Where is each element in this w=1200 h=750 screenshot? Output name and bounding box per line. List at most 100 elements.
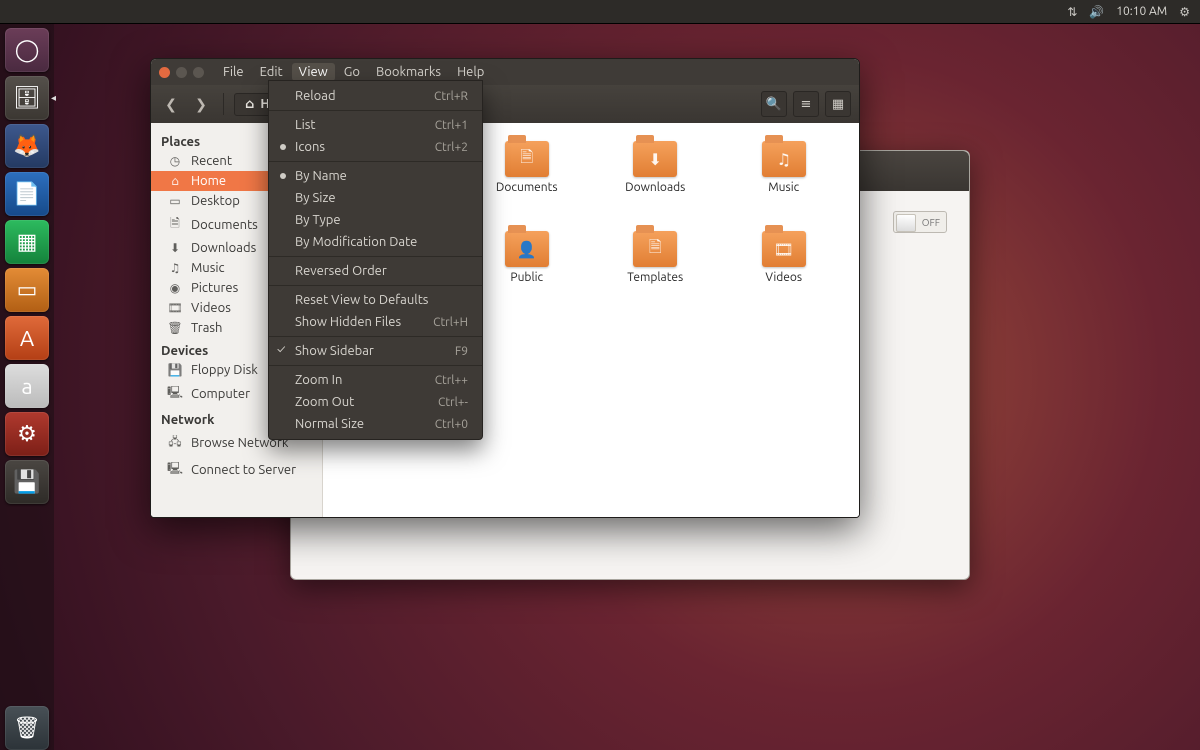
sidebar-item-label: Music xyxy=(191,261,225,275)
sidebar-item-icon: ◉ xyxy=(167,281,183,295)
menu-bookmarks[interactable]: Bookmarks xyxy=(369,63,448,81)
menu-go[interactable]: Go xyxy=(337,63,367,81)
view-menu-list[interactable]: List Ctrl+1 xyxy=(269,114,482,136)
launcher-dash[interactable]: ◯ xyxy=(5,28,49,72)
file-label: Templates xyxy=(627,271,683,284)
sidebar-item-label: Computer xyxy=(191,387,250,401)
view-menu-reload[interactable]: Reload Ctrl+R xyxy=(269,85,482,107)
menu-item-label: Icons xyxy=(295,140,325,154)
launcher-settings[interactable]: ⚙ xyxy=(5,412,49,456)
sidebar-item-icon: ♫ xyxy=(167,261,183,275)
file-label: Downloads xyxy=(625,181,685,194)
menu-item-label: Normal Size xyxy=(295,417,364,431)
sidebar-item-icon: 🖳 xyxy=(167,383,183,404)
menu-item-label: By Modification Date xyxy=(295,235,417,249)
off-toggle[interactable]: OFF xyxy=(893,211,947,233)
view-menu-icons[interactable]: Icons Ctrl+2 xyxy=(269,136,482,158)
window-controls xyxy=(159,67,204,78)
menu-item-label: Reload xyxy=(295,89,336,103)
launcher-impress[interactable]: ▭ xyxy=(5,268,49,312)
sidebar-item-label: Recent xyxy=(191,154,232,168)
view-menu-dropdown: Reload Ctrl+R List Ctrl+1 Icons Ctrl+2 By Name… xyxy=(268,80,483,440)
menu-item-accel: Ctrl+0 xyxy=(435,418,468,431)
menu-item-label: Show Sidebar xyxy=(295,344,374,358)
menu-view[interactable]: View xyxy=(292,63,335,81)
view-menu-reset-view-to-defaults[interactable]: Reset View to Defaults xyxy=(269,289,482,311)
view-menu-reversed-order[interactable]: Reversed Order xyxy=(269,260,482,282)
view-menu-show-sidebar[interactable]: Show Sidebar F9 xyxy=(269,340,482,362)
menu-item-label: Zoom Out xyxy=(295,395,354,409)
menu-item-accel: F9 xyxy=(455,345,468,358)
sidebar-item-label: Desktop xyxy=(191,194,240,208)
file-label: Music xyxy=(768,181,799,194)
window-menubar: File Edit View Go Bookmarks Help xyxy=(151,59,859,85)
menu-item-label: Reversed Order xyxy=(295,264,387,278)
window-close-button[interactable] xyxy=(159,67,170,78)
sidebar-item-label: Pictures xyxy=(191,281,238,295)
sidebar-item-label: Documents xyxy=(191,218,258,232)
nav-forward-button[interactable]: ❯ xyxy=(189,92,213,116)
menu-edit[interactable]: Edit xyxy=(253,63,290,81)
menu-item-label: Show Hidden Files xyxy=(295,315,401,329)
launcher-writer[interactable]: 📄 xyxy=(5,172,49,216)
sidebar-item-label: Downloads xyxy=(191,241,256,255)
menu-item-label: List xyxy=(295,118,316,132)
launcher-disk[interactable]: 💾 xyxy=(5,460,49,504)
view-menu-by-modification-date[interactable]: By Modification Date xyxy=(269,231,482,253)
sidebar-item-label: Videos xyxy=(191,301,231,315)
launcher-calc[interactable]: ▦ xyxy=(5,220,49,264)
file-videos[interactable]: 🎞Videos xyxy=(721,231,848,315)
launcher-software-center[interactable]: A xyxy=(5,316,49,360)
launcher-trash[interactable]: 🗑 xyxy=(5,706,49,750)
sidebar-item-icon: ▭ xyxy=(167,194,183,208)
sidebar-item-label: Connect to Server xyxy=(191,463,296,477)
file-label: Documents xyxy=(496,181,558,194)
unity-launcher: ◯ 🗄 🦊 📄 ▦ ▭ A a ⚙ 💾 🗑 xyxy=(0,24,54,750)
file-label: Public xyxy=(510,271,543,284)
clock[interactable]: 10:10 AM xyxy=(1116,5,1167,18)
sidebar-item-icon: 🖳 xyxy=(167,459,183,480)
file-music[interactable]: ♫ Music xyxy=(721,141,848,225)
launcher-files[interactable]: 🗄 xyxy=(5,76,49,120)
sidebar-item-label: Floppy Disk xyxy=(191,363,258,377)
folder-icon: 🗎 xyxy=(633,231,677,267)
file-downloads[interactable]: ⬇Downloads xyxy=(592,141,719,225)
view-menu-by-name[interactable]: By Name xyxy=(269,165,482,187)
launcher-firefox[interactable]: 🦊 xyxy=(5,124,49,168)
nav-back-button[interactable]: ❮ xyxy=(159,92,183,116)
menu-item-accel: Ctrl+- xyxy=(438,396,468,409)
window-minimize-button[interactable] xyxy=(176,67,187,78)
menu-help[interactable]: Help xyxy=(450,63,491,81)
sidebar-item-icon: 🗎 xyxy=(167,214,183,235)
view-menu-show-hidden-files[interactable]: Show Hidden FilesCtrl+H xyxy=(269,311,482,333)
menu-file[interactable]: File xyxy=(216,63,251,81)
view-list-button[interactable]: ≡ xyxy=(793,91,819,117)
view-menu-zoom-in[interactable]: Zoom InCtrl++ xyxy=(269,369,482,391)
sidebar-item-icon: 💾 xyxy=(167,363,183,377)
menu-item-label: By Size xyxy=(295,191,336,205)
launcher-amazon[interactable]: a xyxy=(5,364,49,408)
top-menubar: ⇅ 🔊 10:10 AM ⚙ xyxy=(0,0,1200,24)
menu-item-accel: Ctrl+2 xyxy=(435,141,468,154)
home-icon: ⌂ xyxy=(245,97,254,112)
folder-icon: ♫ xyxy=(762,141,806,177)
menu-item-accel: Ctrl+1 xyxy=(435,119,468,132)
view-grid-button[interactable]: ▦ xyxy=(825,91,851,117)
session-gear-icon[interactable]: ⚙ xyxy=(1179,5,1190,19)
network-indicator-icon[interactable]: ⇅ xyxy=(1067,5,1077,19)
volume-indicator-icon[interactable]: 🔊 xyxy=(1089,5,1104,19)
window-maximize-button[interactable] xyxy=(193,67,204,78)
view-menu-zoom-out[interactable]: Zoom Out Ctrl+- xyxy=(269,391,482,413)
sidebar-item-icon: 🗑 xyxy=(167,321,183,335)
file-templates[interactable]: 🗎 Templates xyxy=(592,231,719,315)
menu-item-accel: Ctrl+R xyxy=(434,90,468,103)
files-window: File Edit View Go Bookmarks Help ❮ ❯ ⌂ H… xyxy=(150,58,860,518)
sidebar-item-connect-to-server[interactable]: 🖳 Connect to Server xyxy=(151,456,322,483)
toolbar: ❮ ❯ ⌂ Home 🔍 ≡ ▦ xyxy=(151,85,859,123)
view-menu-by-type[interactable]: By Type xyxy=(269,209,482,231)
view-menu-normal-size[interactable]: Normal Size Ctrl+0 xyxy=(269,413,482,435)
search-button[interactable]: 🔍 xyxy=(761,91,787,117)
menu-item-label: By Name xyxy=(295,169,347,183)
file-label: Videos xyxy=(765,271,802,284)
view-menu-by-size[interactable]: By Size xyxy=(269,187,482,209)
